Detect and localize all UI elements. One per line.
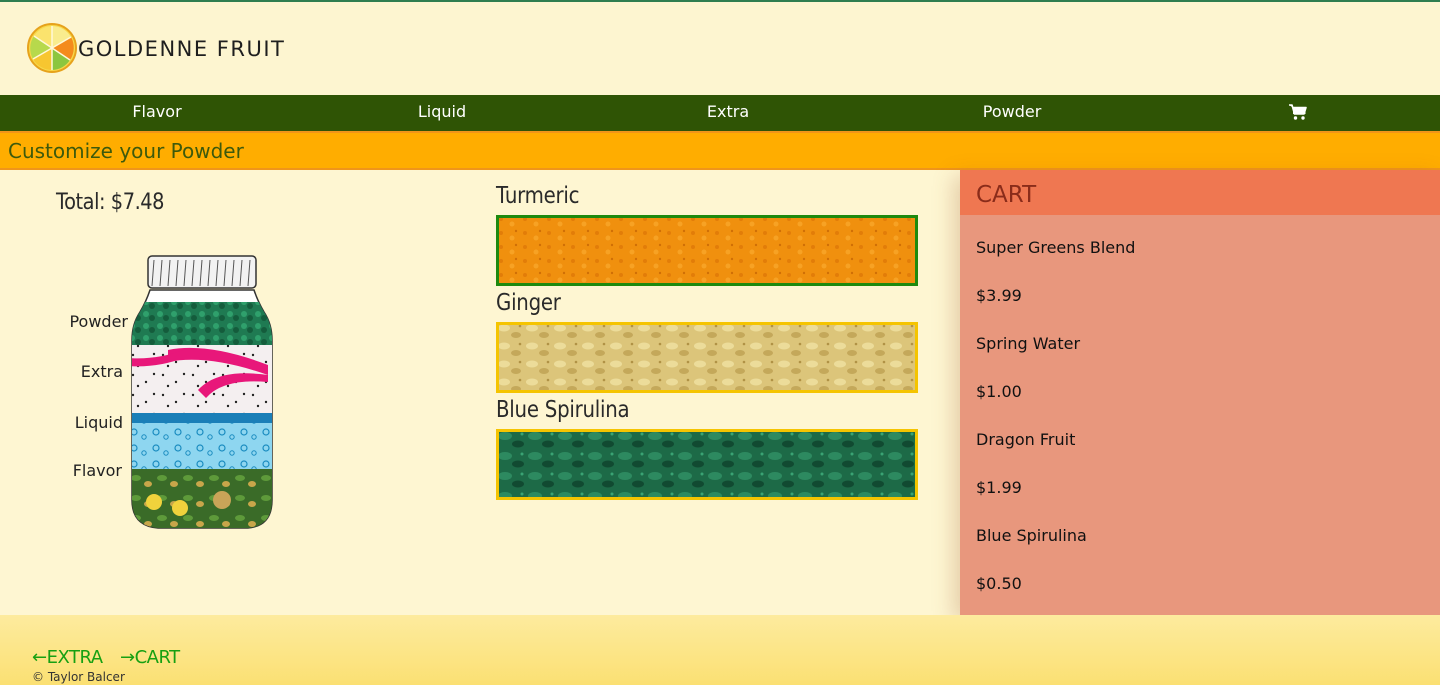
- cart-item-name: Blue Spirulina: [976, 526, 1087, 545]
- nav-item-flavor[interactable]: Flavor: [132, 95, 181, 131]
- cart-panel: CART Super Greens Blend $3.99 Spring Wat…: [960, 170, 1440, 615]
- citrus-slice-logo[interactable]: [26, 22, 78, 74]
- jar-illustration: [128, 250, 276, 535]
- page-banner: Customize your Powder: [0, 131, 1440, 170]
- order-total: Total: $7.48: [56, 190, 165, 215]
- spirulina-texture-image: [496, 429, 918, 500]
- ginger-texture-image: [496, 322, 918, 393]
- copyright-text: © Taylor Balcer: [32, 670, 125, 684]
- nav-item-extra[interactable]: Extra: [707, 95, 749, 131]
- cart-item-name: Spring Water: [976, 334, 1081, 353]
- option-title-ginger: Ginger: [496, 290, 561, 316]
- shopping-cart-icon[interactable]: [1288, 103, 1308, 121]
- option-swatch-turmeric[interactable]: [496, 215, 918, 286]
- cart-item-price: $1.00: [976, 382, 1022, 401]
- back-to-extra-link[interactable]: ←EXTRA: [32, 647, 103, 668]
- jar-label-powder: Powder: [69, 312, 128, 331]
- turmeric-texture-image: [496, 215, 918, 286]
- cart-header: CART: [960, 170, 1440, 215]
- nav-item-liquid[interactable]: Liquid: [418, 95, 466, 131]
- option-swatch-ginger[interactable]: [496, 322, 918, 393]
- jar-label-liquid: Liquid: [74, 413, 123, 432]
- cart-item-price: $1.99: [976, 478, 1022, 497]
- option-title-blue-spirulina: Blue Spirulina: [496, 397, 630, 423]
- option-swatch-blue-spirulina[interactable]: [496, 429, 918, 500]
- site-header: GOLDENNE FRUIT: [0, 2, 1440, 95]
- main-nav: Flavor Liquid Extra Powder: [0, 95, 1440, 131]
- jar-label-extra: Extra: [80, 362, 123, 381]
- cart-item-name: Dragon Fruit: [976, 430, 1076, 449]
- mason-jar-image: [131, 255, 273, 529]
- cart-item-name: Super Greens Blend: [976, 238, 1136, 257]
- cart-item-price: $0.50: [976, 574, 1022, 593]
- brand-name[interactable]: GOLDENNE FRUIT: [78, 37, 285, 61]
- go-to-cart-link[interactable]: →CART: [120, 647, 180, 668]
- jar-label-flavor: Flavor: [72, 461, 122, 480]
- cart-title: CART: [976, 182, 1037, 208]
- option-title-turmeric: Turmeric: [496, 183, 580, 209]
- page-footer: ←EXTRA →CART © Taylor Balcer: [0, 615, 1440, 685]
- page-title: Customize your Powder: [8, 139, 244, 163]
- nav-item-powder[interactable]: Powder: [983, 95, 1042, 131]
- cart-item-price: $3.99: [976, 286, 1022, 305]
